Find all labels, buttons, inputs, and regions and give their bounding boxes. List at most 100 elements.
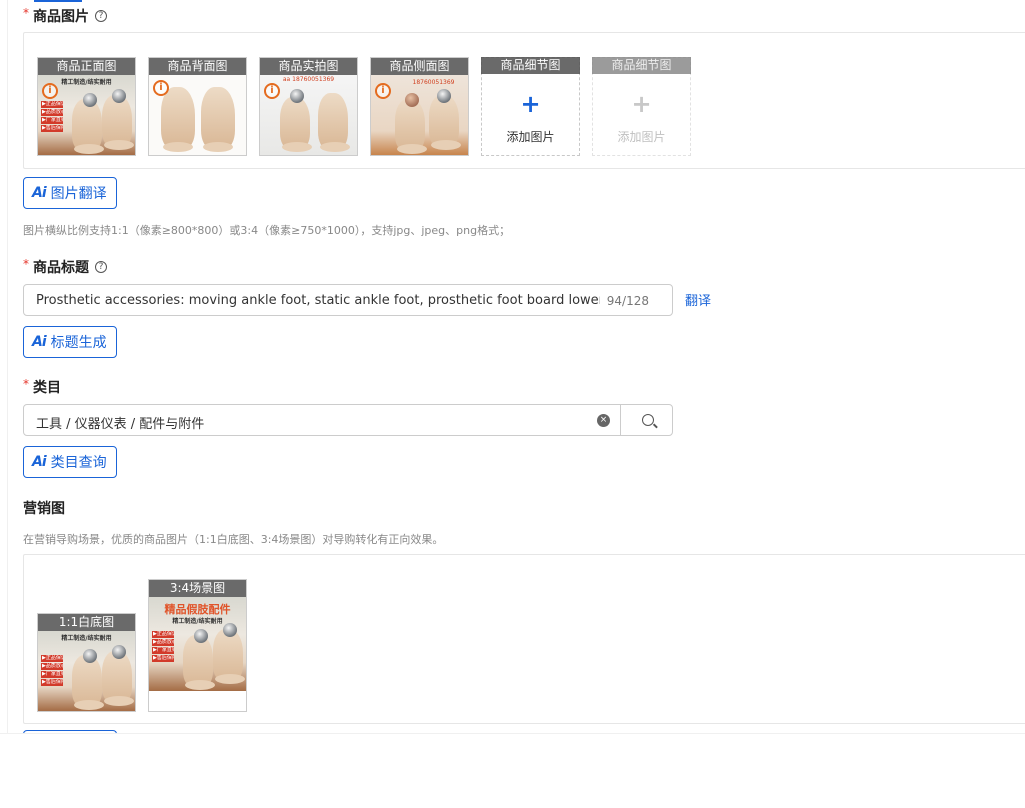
prosthetic-foot bbox=[72, 655, 104, 710]
image-caption: 商品背面图 bbox=[149, 58, 246, 75]
prosthetic-foot bbox=[201, 87, 235, 152]
feature-list: ▶正品保证 ▶品质放心 ▶厂家直销 ▶售后保障 bbox=[41, 655, 63, 687]
ankle-adapter bbox=[437, 89, 451, 103]
prosthetic-foot bbox=[183, 635, 215, 690]
feature-item: ▶售后保障 bbox=[41, 125, 63, 132]
char-count: 94/128 bbox=[606, 294, 649, 308]
feature-item: ▶品质放心 bbox=[41, 109, 63, 116]
label-text: 营销图 bbox=[23, 501, 65, 517]
prosthetic-foot bbox=[280, 97, 312, 152]
title-value: Prosthetic accessories: moving ankle foo… bbox=[36, 293, 600, 308]
plus-icon: + bbox=[631, 90, 652, 118]
feature-item: ▶正品保证 bbox=[41, 101, 63, 108]
feature-item: ▶售后保障 bbox=[41, 679, 63, 686]
label-text: 商品标题 bbox=[33, 260, 89, 276]
product-images-label: * 商品图片 ? bbox=[23, 6, 107, 26]
ankle-adapter bbox=[112, 645, 126, 659]
feature-item: ▶正品保证 bbox=[41, 655, 63, 662]
category-select[interactable]: 工具 / 仪器仪表 / 配件与附件 × bbox=[23, 404, 673, 436]
clear-icon[interactable]: × bbox=[597, 414, 610, 427]
category-search-button[interactable] bbox=[620, 404, 674, 436]
footer-area bbox=[0, 733, 1025, 808]
product-photo: 精工制造/结实耐用 ▶正品保证 ▶品质放心 ▶厂家直销 ▶售后保障 bbox=[38, 631, 135, 711]
ankle-adapter bbox=[83, 649, 97, 663]
product-images-panel: 商品正面图 精工制造/结实耐用 i ▶正品保证 ▶品质放心 ▶厂家直销 ▶售后保… bbox=[23, 32, 1025, 169]
help-icon[interactable]: ? bbox=[95, 261, 107, 273]
info-icon: i bbox=[264, 83, 280, 99]
button-label: 标题生成 bbox=[50, 335, 107, 351]
add-image-label: 添加图片 bbox=[506, 130, 555, 144]
ankle-adapter bbox=[83, 93, 97, 107]
image-slot-real[interactable]: 商品实拍图 aa 18760051369 i bbox=[259, 57, 358, 156]
marketing-image-scene[interactable]: 3:4场景图 精品假肢配件 精工制造/结实耐用 ▶正品保证 ▶品质放心 ▶厂家直… bbox=[148, 579, 247, 712]
category-query-button[interactable]: Ai 类目查询 bbox=[23, 446, 117, 478]
feature-item: ▶厂家直销 bbox=[41, 117, 63, 124]
product-photo: i bbox=[149, 75, 246, 155]
image-slot-front[interactable]: 商品正面图 精工制造/结实耐用 i ▶正品保证 ▶品质放心 ▶厂家直销 ▶售后保… bbox=[37, 57, 136, 156]
info-icon: i bbox=[375, 83, 391, 99]
image-translate-button[interactable]: Ai 图片翻译 bbox=[23, 177, 117, 209]
product-photo: aa 18760051369 i bbox=[260, 75, 357, 155]
ai-icon: Ai bbox=[32, 185, 47, 201]
product-title-label: * 商品标题 ? bbox=[23, 257, 107, 277]
image-format-hint: 图片横纵比例支持1:1（像素≥800*800）或3:4（像素≥750*1000）… bbox=[23, 224, 511, 237]
photo-phone: 18760051369 bbox=[412, 79, 455, 86]
category-label: * 类目 bbox=[23, 377, 61, 397]
feature-item: ▶品质放心 bbox=[41, 663, 63, 670]
label-text: 商品图片 bbox=[33, 9, 89, 25]
plus-icon: + bbox=[520, 90, 541, 118]
ankle-adapter bbox=[223, 623, 237, 637]
label-text: 类目 bbox=[33, 380, 61, 396]
category-value: 工具 / 仪器仪表 / 配件与附件 bbox=[36, 417, 205, 432]
feature-item: ▶售后保障 bbox=[152, 655, 174, 662]
add-detail-image-button[interactable]: 商品细节图 + 添加图片 bbox=[481, 57, 580, 156]
feature-item: ▶正品保证 bbox=[152, 631, 174, 638]
photo-slogan: 精工制造/结实耐用 bbox=[61, 635, 112, 642]
info-icon: i bbox=[42, 83, 58, 99]
image-caption: 商品细节图 bbox=[592, 57, 691, 74]
scene-title: 精品假肢配件 bbox=[164, 603, 231, 616]
feature-item: ▶厂家直销 bbox=[152, 647, 174, 654]
ankle-adapter bbox=[290, 89, 304, 103]
image-caption: 商品正面图 bbox=[38, 58, 135, 75]
image-slot-side[interactable]: 商品侧面图 18760051369 i bbox=[370, 57, 469, 156]
tab-indicator bbox=[34, 0, 82, 2]
button-label: 类目查询 bbox=[50, 455, 107, 471]
feature-list: ▶正品保证 ▶品质放心 ▶厂家直销 ▶售后保障 bbox=[152, 631, 174, 663]
required-mark: * bbox=[23, 377, 29, 391]
ankle-adapter bbox=[112, 89, 126, 103]
feature-item: ▶品质放心 bbox=[152, 639, 174, 646]
feature-item: ▶厂家直销 bbox=[41, 671, 63, 678]
image-caption: 1:1白底图 bbox=[38, 614, 135, 631]
image-slot-back[interactable]: 商品背面图 i bbox=[148, 57, 247, 156]
marketing-images-label: 营销图 bbox=[23, 498, 65, 518]
ai-icon: Ai bbox=[32, 334, 47, 350]
product-photo: 18760051369 i bbox=[371, 75, 468, 155]
required-mark: * bbox=[23, 6, 29, 20]
marketing-image-square[interactable]: 1:1白底图 精工制造/结实耐用 ▶正品保证 ▶品质放心 ▶厂家直销 ▶售后保障 bbox=[37, 613, 136, 712]
image-caption: 商品侧面图 bbox=[371, 58, 468, 75]
prosthetic-foot bbox=[161, 87, 195, 152]
product-title-input[interactable]: Prosthetic accessories: moving ankle foo… bbox=[23, 284, 673, 316]
marketing-hint: 在营销导购场景，优质的商品图片（1:1白底图、3:4场景图）对导购转化有正向效果… bbox=[23, 533, 444, 546]
marketing-images-panel: 1:1白底图 精工制造/结实耐用 ▶正品保证 ▶品质放心 ▶厂家直销 ▶售后保障… bbox=[23, 554, 1025, 724]
feature-list: ▶正品保证 ▶品质放心 ▶厂家直销 ▶售后保障 bbox=[41, 101, 63, 133]
ai-icon: Ai bbox=[32, 454, 47, 470]
product-photo: 精工制造/结实耐用 i ▶正品保证 ▶品质放心 ▶厂家直销 ▶售后保障 bbox=[38, 75, 135, 155]
product-edit-page: * 商品图片 ? 商品正面图 精工制造/结实耐用 i ▶正品保证 ▶品质放心 ▶… bbox=[0, 0, 1025, 808]
prosthetic-foot bbox=[72, 99, 104, 154]
photo-phone: aa 18760051369 bbox=[282, 76, 335, 83]
left-gutter bbox=[0, 0, 8, 808]
translate-link[interactable]: 翻译 bbox=[685, 290, 711, 309]
info-icon: i bbox=[153, 80, 169, 96]
image-caption: 商品细节图 bbox=[481, 57, 580, 74]
ankle-adapter bbox=[194, 629, 208, 643]
image-caption: 3:4场景图 bbox=[149, 580, 246, 597]
required-mark: * bbox=[23, 257, 29, 271]
help-icon[interactable]: ? bbox=[95, 10, 107, 22]
ankle-adapter bbox=[405, 93, 419, 107]
add-image-label: 添加图片 bbox=[617, 130, 666, 144]
add-detail-image-disabled: 商品细节图 + 添加图片 bbox=[592, 57, 691, 156]
product-photo: 精品假肢配件 精工制造/结实耐用 ▶正品保证 ▶品质放心 ▶厂家直销 ▶售后保障 bbox=[149, 597, 246, 691]
title-generate-button[interactable]: Ai 标题生成 bbox=[23, 326, 117, 358]
